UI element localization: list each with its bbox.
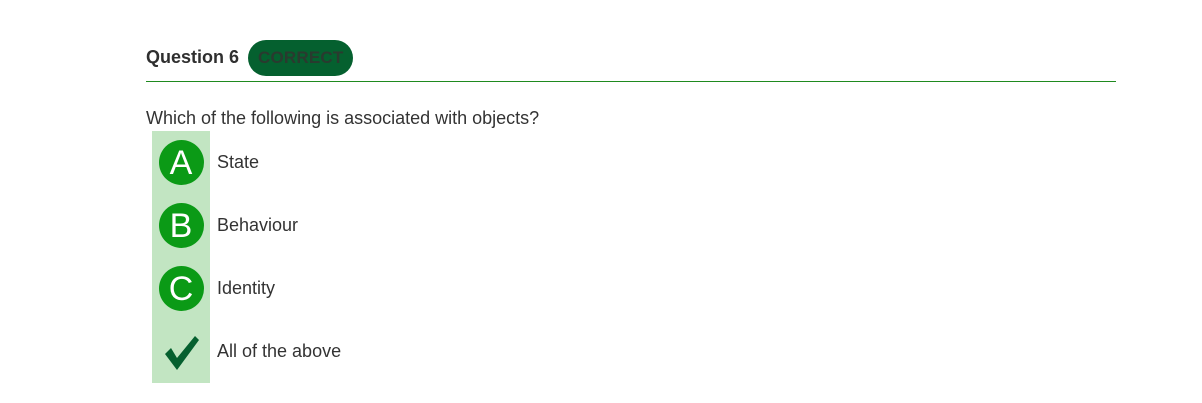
option-marker: C [152,257,210,320]
option-marker: A [152,131,210,194]
quiz-result-page: Question 6 CORRECT Which of the followin… [0,0,1202,403]
option-letter-circle: B [158,203,204,248]
question-text: Which of the following is associated wit… [146,108,540,128]
option-b[interactable]: B Behaviour [152,194,552,257]
option-label: State [217,152,260,172]
option-letter-circle: C [158,266,204,311]
option-marker: B [152,194,210,257]
option-c[interactable]: C Identity [152,257,552,320]
question-title: Question 6 [146,47,240,67]
option-label: Behaviour [217,215,299,235]
question-header: Question 6 CORRECT [146,39,1116,82]
option-letter-circle: A [158,140,204,185]
option-label: All of the above [217,341,342,361]
status-badge: CORRECT [248,39,354,76]
option-label: Identity [217,278,276,298]
option-marker [152,320,210,383]
option-a[interactable]: A State [152,131,552,194]
checkmark-icon [165,335,199,370]
option-d[interactable]: All of the above [152,320,552,383]
